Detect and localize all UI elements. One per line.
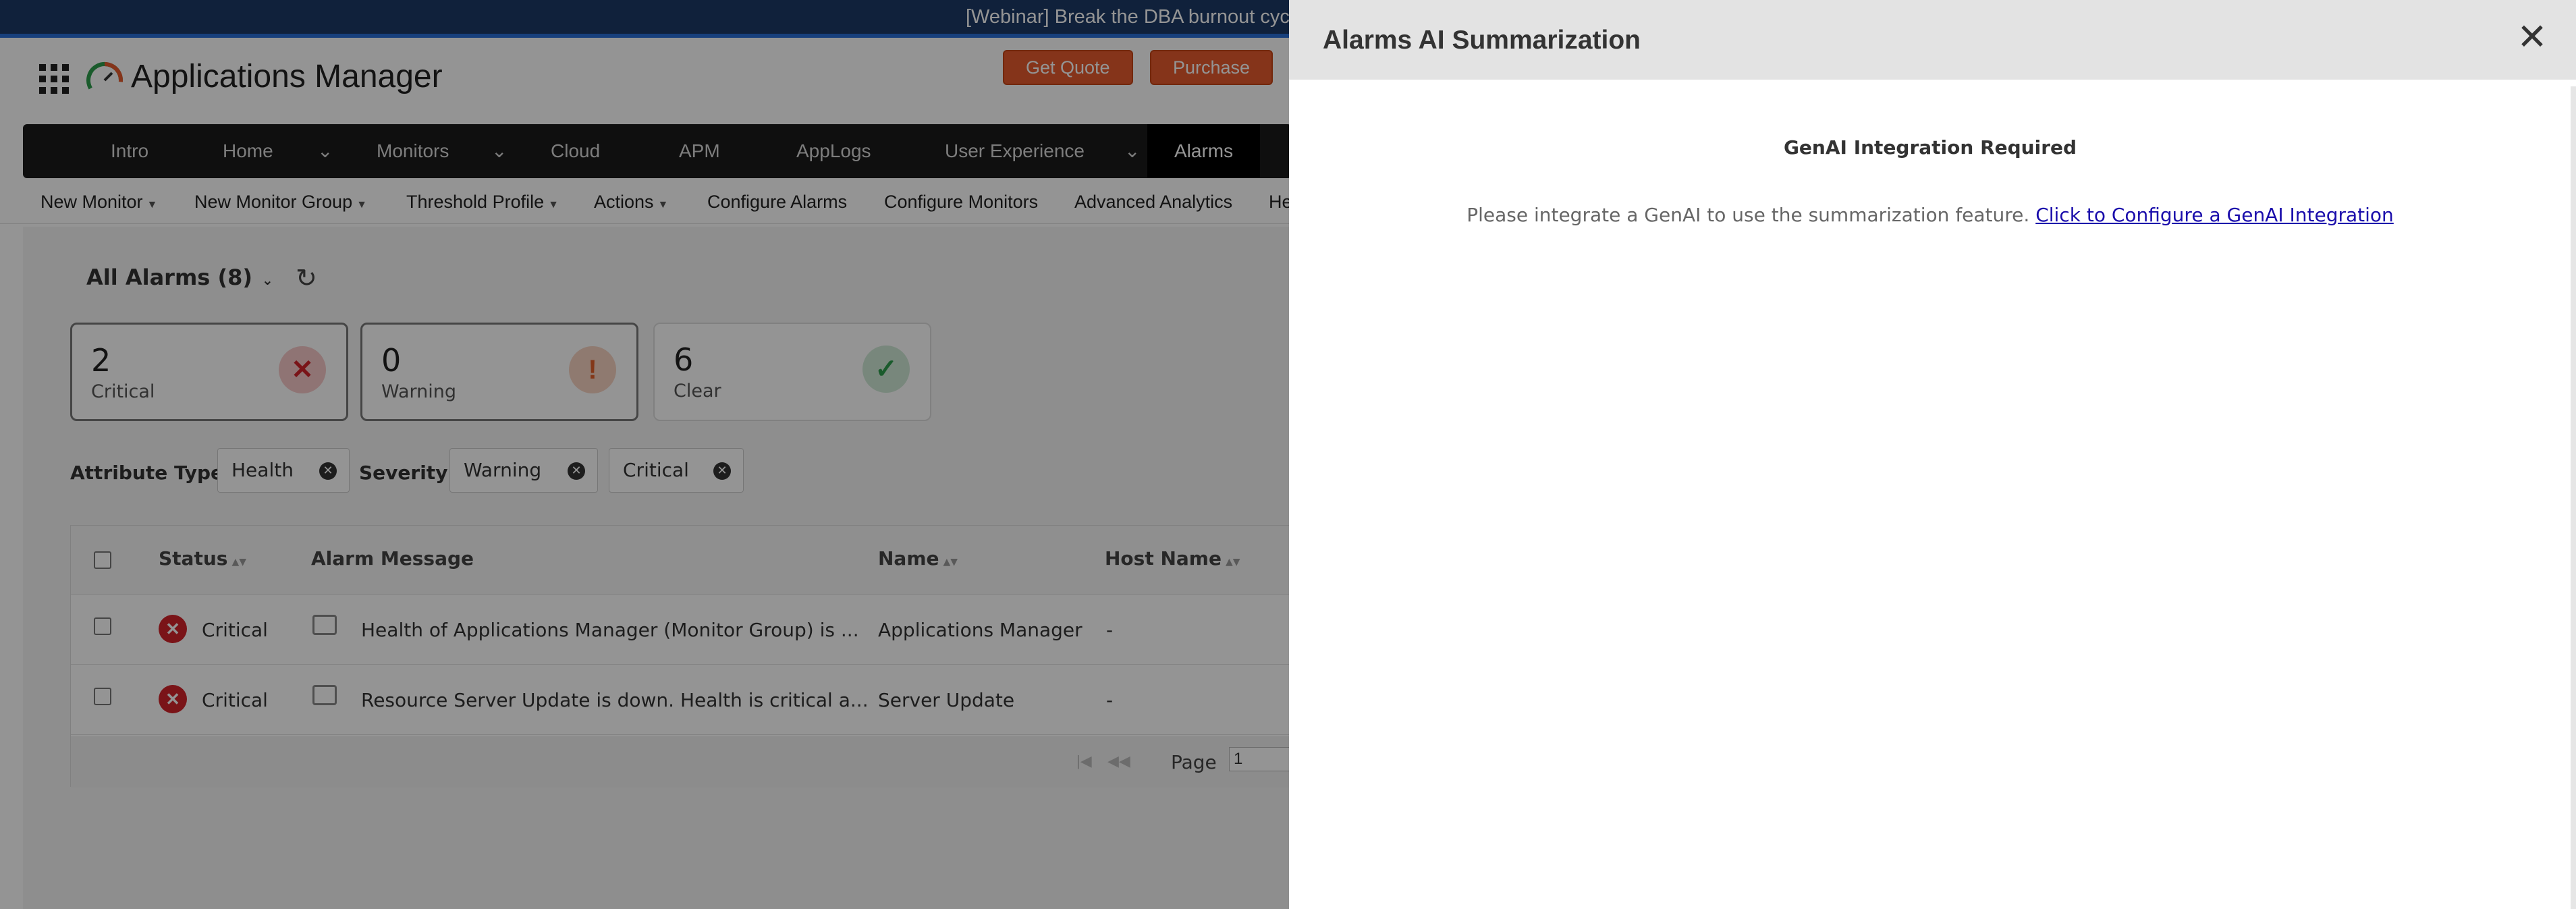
- close-icon[interactable]: ✕: [2514, 19, 2550, 55]
- panel-header: Alarms AI Summarization ✕: [1289, 0, 2576, 80]
- panel-title: Alarms AI Summarization: [1323, 26, 1641, 55]
- genai-message-text: Please integrate a GenAI to use the summ…: [1467, 204, 2030, 226]
- genai-required-heading: GenAI Integration Required: [1783, 136, 2077, 159]
- configure-genai-link[interactable]: Click to Configure a GenAI Integration: [2035, 204, 2394, 226]
- ai-summary-panel: Alarms AI Summarization ✕ GenAI Integrat…: [1289, 0, 2576, 909]
- panel-scrollbar[interactable]: [2571, 86, 2576, 909]
- genai-message: Please integrate a GenAI to use the summ…: [1289, 204, 2571, 226]
